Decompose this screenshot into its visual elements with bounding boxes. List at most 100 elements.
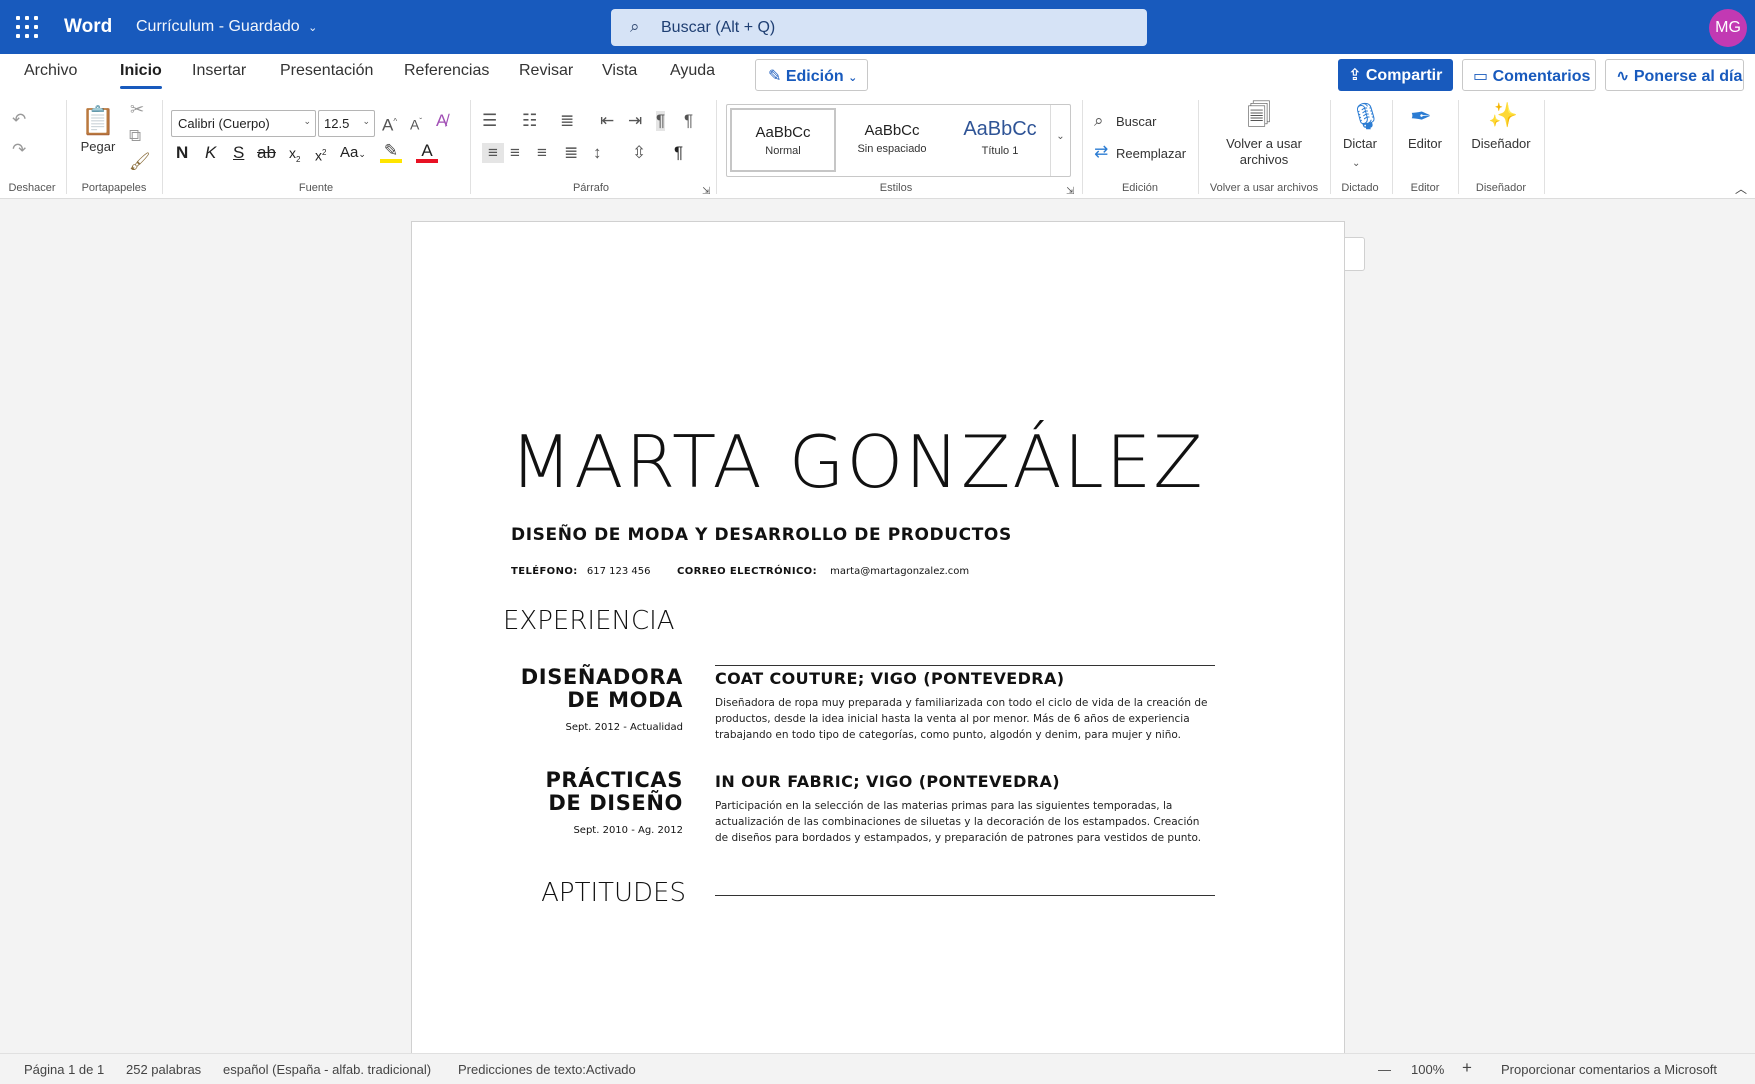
email-line[interactable]: CORREO ELECTRÓNICO: marta@martagonzalez.…: [677, 566, 969, 577]
font-color-icon[interactable]: A: [416, 141, 438, 163]
ltr-direction-icon[interactable]: ¶: [656, 111, 666, 131]
highlight-color-icon[interactable]: ✎: [380, 141, 402, 163]
subscript-button[interactable]: x2: [289, 143, 300, 170]
share-button[interactable]: ⇪ Compartir: [1338, 59, 1453, 91]
text-predictions-status[interactable]: Predicciones de texto:Activado: [458, 1062, 636, 1077]
rtl-direction-icon[interactable]: ¶: [684, 111, 693, 131]
editing-mode-dropdown[interactable]: ✎ Edición ⌄: [755, 59, 868, 91]
search-input[interactable]: [661, 9, 1131, 46]
reuse-files-icon[interactable]: 🗐: [1247, 102, 1271, 130]
job-description[interactable]: Diseñadora de ropa muy preparada y famil…: [715, 695, 1215, 743]
app-launcher-icon[interactable]: [16, 16, 38, 38]
language-indicator[interactable]: español (España - alfab. tradicional): [223, 1062, 431, 1077]
grow-font-icon[interactable]: A^: [382, 112, 397, 136]
tab-inicio[interactable]: Inicio: [120, 62, 162, 89]
copy-icon[interactable]: ⧉: [129, 126, 141, 146]
resume-name[interactable]: MARTA GONZÁLEZ: [510, 420, 1205, 504]
zoom-out-button[interactable]: —: [1378, 1062, 1391, 1077]
line-spacing-icon[interactable]: ↕: [593, 143, 602, 163]
change-case-button[interactable]: Aa⌄: [340, 143, 366, 164]
skills-heading[interactable]: APTITUDES: [541, 878, 686, 908]
document-canvas[interactable]: MARTA GONZÁLEZ DISEÑO DE MODA Y DESARROL…: [0, 200, 1755, 1053]
phone-line[interactable]: TELÉFONO: 617 123 456: [511, 566, 650, 577]
experience-heading[interactable]: EXPERIENCIA: [503, 606, 675, 636]
align-left-icon[interactable]: ≡: [482, 143, 504, 163]
numbering-icon[interactable]: ☷: [522, 111, 537, 131]
search-box[interactable]: ⌕: [611, 9, 1147, 46]
decrease-indent-icon[interactable]: ⇤: [600, 111, 614, 131]
resume-role[interactable]: DISEÑO DE MODA Y DESARROLLO DE PRODUCTOS: [511, 525, 1012, 545]
replace-button[interactable]: Reemplazar: [1116, 146, 1186, 161]
avatar[interactable]: MG: [1709, 9, 1747, 47]
increase-indent-icon[interactable]: ⇥: [628, 111, 642, 131]
align-center-icon[interactable]: ≡: [510, 143, 520, 163]
font-size-dropdown[interactable]: 12.5 ⌄: [318, 110, 375, 137]
reuse-files-button[interactable]: Volver a usar archivos: [1208, 136, 1320, 168]
tab-revisar[interactable]: Revisar: [519, 62, 573, 80]
paste-label[interactable]: Pegar: [76, 139, 120, 154]
bullets-icon[interactable]: ☰: [482, 111, 497, 131]
zoom-in-button[interactable]: +: [1462, 1058, 1472, 1078]
tab-referencias[interactable]: Referencias: [404, 62, 489, 80]
strikethrough-button[interactable]: ab: [257, 143, 276, 163]
document-page[interactable]: MARTA GONZÁLEZ DISEÑO DE MODA Y DESARROL…: [411, 221, 1345, 1053]
bold-button[interactable]: N: [176, 143, 188, 163]
tab-presentacion[interactable]: Presentación: [280, 62, 373, 80]
align-right-icon[interactable]: ≡: [537, 143, 547, 163]
comments-button[interactable]: ▭ Comentarios: [1462, 59, 1596, 91]
find-button[interactable]: Buscar: [1116, 114, 1156, 129]
tab-vista[interactable]: Vista: [602, 62, 637, 80]
clear-formatting-icon[interactable]: A̸: [436, 111, 447, 131]
style-normal[interactable]: AaBbCc Normal: [730, 108, 836, 172]
word-count[interactable]: 252 palabras: [126, 1062, 201, 1077]
tab-archivo[interactable]: Archivo: [24, 62, 77, 80]
justify-icon[interactable]: ≣: [564, 143, 578, 163]
microphone-icon[interactable]: 🎙: [1349, 100, 1382, 132]
superscript-button[interactable]: x2: [315, 143, 326, 166]
paragraph-spacing-icon[interactable]: ⇳: [632, 143, 646, 163]
format-painter-icon[interactable]: 🖌: [129, 152, 151, 172]
replace-icon[interactable]: ⇄: [1094, 142, 1108, 162]
show-marks-icon[interactable]: ¶: [674, 143, 683, 163]
multilevel-list-icon[interactable]: ≣: [560, 111, 574, 131]
document-title[interactable]: Currículum - Guardado ⌄: [136, 18, 317, 36]
redo-icon[interactable]: ↷: [12, 140, 26, 160]
undo-icon[interactable]: ↶: [12, 110, 26, 130]
feedback-link[interactable]: Proporcionar comentarios a Microsoft: [1501, 1062, 1717, 1077]
job-title[interactable]: PRÁCTICAS DE DISEÑO: [483, 769, 683, 815]
tab-insertar[interactable]: Insertar: [192, 62, 246, 80]
job-dates[interactable]: Sept. 2010 - Ag. 2012: [483, 825, 683, 836]
styles-more-button[interactable]: ⌄: [1050, 105, 1070, 176]
find-icon[interactable]: ⌕: [1094, 111, 1104, 131]
job-dates[interactable]: Sept. 2012 - Actualidad: [483, 722, 683, 733]
paste-icon[interactable]: 📋: [80, 104, 116, 138]
tab-ayuda[interactable]: Ayuda: [670, 62, 715, 80]
page-count[interactable]: Página 1 de 1: [24, 1062, 104, 1077]
font-name-value: Calibri (Cuerpo): [178, 116, 270, 131]
comments-label: Comentarios: [1492, 68, 1591, 85]
job-company[interactable]: COAT COUTURE; VIGO (PONTEVEDRA): [715, 669, 1065, 688]
designer-wand-icon[interactable]: ✨: [1488, 100, 1518, 132]
app-name[interactable]: Word: [64, 16, 112, 38]
shrink-font-icon[interactable]: Aˇ: [410, 112, 422, 135]
italic-button[interactable]: K: [205, 143, 216, 163]
underline-button[interactable]: S: [233, 143, 244, 163]
editor-button[interactable]: Editor: [1398, 136, 1452, 151]
styles-dialog-launcher-icon[interactable]: ⇲: [1066, 182, 1074, 202]
paragraph-dialog-launcher-icon[interactable]: ⇲: [702, 182, 710, 202]
dictate-button[interactable]: Dictar: [1336, 136, 1384, 151]
designer-button[interactable]: Diseñador: [1462, 136, 1540, 151]
editor-pen-icon[interactable]: ✒: [1410, 100, 1432, 132]
font-name-dropdown[interactable]: Calibri (Cuerpo) ⌄: [171, 110, 316, 137]
catch-up-button[interactable]: ∿ Ponerse al día: [1605, 59, 1744, 91]
job-description[interactable]: Participación en la selección de las mat…: [715, 798, 1215, 846]
chevron-down-icon[interactable]: ⌄: [1352, 154, 1360, 174]
style-heading-1[interactable]: AaBbCc Título 1: [947, 108, 1053, 172]
cut-icon[interactable]: ✂: [130, 100, 144, 120]
zoom-level[interactable]: 100%: [1411, 1062, 1444, 1077]
job-title[interactable]: DISEÑADORA DE MODA: [483, 666, 683, 712]
comment-margin-tab[interactable]: [1345, 237, 1365, 271]
collapse-ribbon-icon[interactable]: ︿: [1735, 180, 1747, 197]
job-company[interactable]: IN OUR FABRIC; VIGO (PONTEVEDRA): [715, 772, 1060, 791]
style-no-spacing[interactable]: AaBbCc Sin espaciado: [839, 108, 945, 172]
